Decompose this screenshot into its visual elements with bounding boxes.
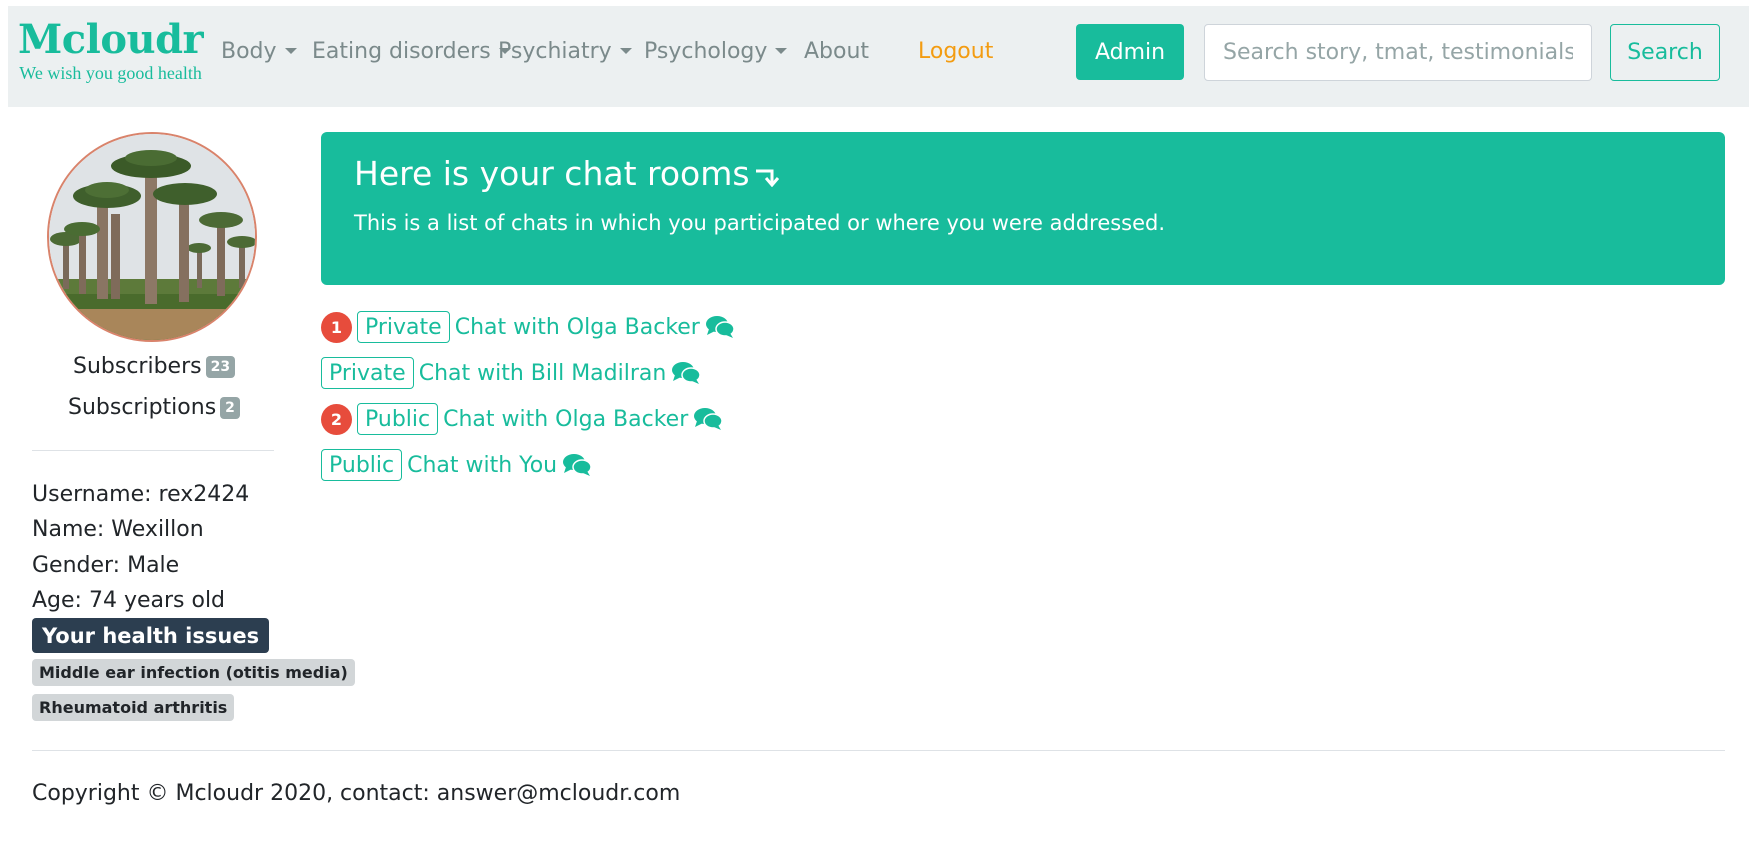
admin-button[interactable]: Admin xyxy=(1076,24,1184,80)
nav-item-label: Eating disorders xyxy=(312,39,491,64)
brand-logo[interactable]: Mcloudr We wish you good health xyxy=(18,16,204,84)
list-item[interactable]: 2 Public Chat with Olga Backer xyxy=(321,402,724,436)
subscribers-stat[interactable]: Subscribers 23 xyxy=(73,354,236,380)
nav-psychology-dropdown[interactable]: Psychology xyxy=(644,39,788,65)
chat-link[interactable]: Chat with You xyxy=(407,453,557,478)
subscriptions-stat[interactable]: Subscriptions 2 xyxy=(68,395,240,421)
chat-type-tag[interactable]: Private xyxy=(321,357,414,389)
chat-type-tag[interactable]: Public xyxy=(321,449,403,481)
caret-down-icon xyxy=(284,47,297,54)
sidebar-divider xyxy=(32,450,274,451)
nav-psychiatry-dropdown[interactable]: Psychiatry xyxy=(498,39,632,65)
nav-eating-disorders-dropdown[interactable]: Eating disorders xyxy=(312,39,511,65)
chat-type-tag[interactable]: Public xyxy=(357,403,439,435)
unread-count-badge: 1 xyxy=(321,311,352,343)
chat-link[interactable]: Chat with Olga Backer xyxy=(443,407,688,432)
gender-info: Gender: Male xyxy=(32,553,180,578)
arrow-down-right-icon xyxy=(755,169,779,187)
age-info: Age: 74 years old xyxy=(32,588,226,613)
health-issue-badge: Rheumatoid arthritis xyxy=(32,694,235,721)
list-item[interactable]: 1 Private Chat with Olga Backer xyxy=(321,310,735,344)
banner-title: Here is your chat rooms xyxy=(354,154,780,194)
subscriptions-count-badge: 2 xyxy=(220,397,240,419)
search-button[interactable]: Search xyxy=(1610,24,1720,81)
baobab-trees-photo xyxy=(49,134,255,340)
health-issue-badge: Middle ear infection (otitis media) xyxy=(32,659,355,686)
banner-title-text: Here is your chat rooms xyxy=(354,154,750,193)
chat-link[interactable]: Chat with Olga Backer xyxy=(455,315,700,340)
brand-name: Mcloudr xyxy=(18,16,204,63)
list-item[interactable]: Private Chat with Bill Madilran xyxy=(321,356,702,390)
comments-icon xyxy=(563,454,592,476)
search-input[interactable] xyxy=(1204,24,1592,81)
username-info: Username: rex2424 xyxy=(32,482,250,507)
comments-icon xyxy=(705,316,735,338)
comments-icon xyxy=(694,408,724,430)
caret-down-icon xyxy=(775,47,788,54)
footer-copyright: Copyright © Mcloudr 2020, contact: answe… xyxy=(32,781,681,806)
brand-tagline: We wish you good health xyxy=(19,63,202,83)
name-info: Name: Wexillon xyxy=(32,517,204,542)
subscriptions-label: Subscriptions xyxy=(68,395,217,420)
nav-item-label: Body xyxy=(221,39,277,64)
nav-item-label: Psychology xyxy=(644,39,768,64)
nav-item-label: Psychiatry xyxy=(498,39,612,64)
health-issues-heading: Your health issues xyxy=(32,618,270,653)
list-item[interactable]: Public Chat with You xyxy=(321,448,592,482)
chat-type-tag[interactable]: Private xyxy=(357,311,450,343)
subscribers-label: Subscribers xyxy=(73,354,202,379)
navbar: Mcloudr We wish you good health Body Eat… xyxy=(8,6,1749,107)
chat-link[interactable]: Chat with Bill Madilran xyxy=(419,361,667,386)
subscribers-count-badge: 23 xyxy=(205,356,236,378)
nav-logout-link[interactable]: Logout xyxy=(918,39,993,65)
comments-icon xyxy=(672,362,702,384)
footer-divider xyxy=(32,750,1725,751)
banner-description: This is a list of chats in which you par… xyxy=(354,211,1166,235)
nav-body-dropdown[interactable]: Body xyxy=(221,39,297,65)
unread-count-badge: 2 xyxy=(321,403,352,435)
chat-rooms-banner: Here is your chat rooms This is a list o… xyxy=(321,132,1725,285)
nav-about-link[interactable]: About xyxy=(804,39,869,65)
caret-down-icon xyxy=(619,47,632,54)
avatar[interactable] xyxy=(47,132,257,342)
